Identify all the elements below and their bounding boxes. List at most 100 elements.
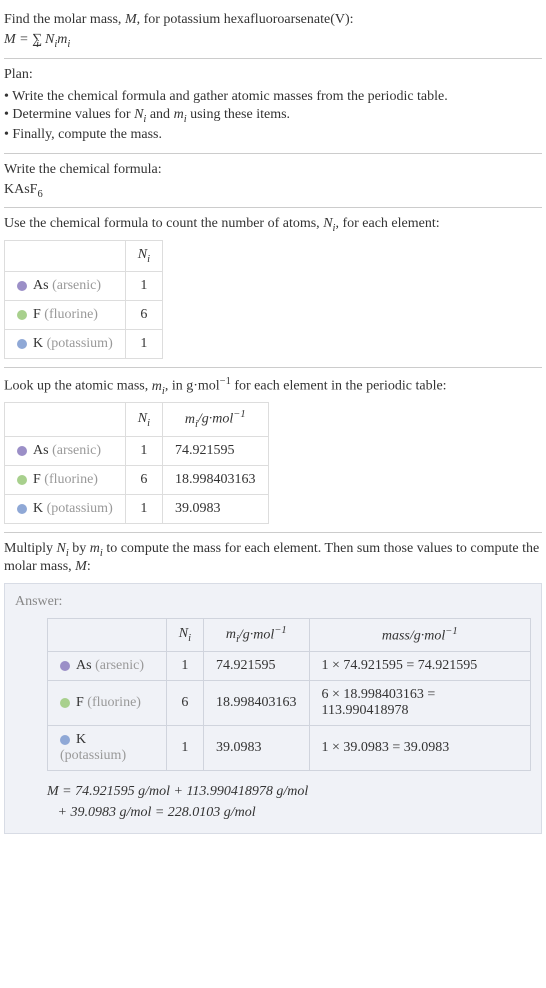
intro-section: Find the molar mass, M, for potassium he… bbox=[4, 4, 542, 59]
element-symbol: As bbox=[76, 658, 92, 673]
ni-value: 1 bbox=[166, 726, 203, 771]
element-fullname: (potassium) bbox=[47, 501, 113, 516]
formula-heading: Write the chemical formula: bbox=[4, 162, 542, 178]
table-header-row: Ni mi/g·mol−1 bbox=[5, 403, 269, 436]
mass-header: mass/g·mol−1 bbox=[309, 618, 530, 651]
chemical-formula: KAsF6 bbox=[4, 182, 542, 200]
mi-header: mi/g·mol−1 bbox=[204, 618, 310, 651]
element-dot-icon bbox=[17, 475, 27, 485]
element-symbol: F bbox=[33, 307, 41, 322]
multiply-heading: Multiply Ni by mi to compute the mass fo… bbox=[4, 541, 542, 575]
element-symbol: As bbox=[33, 443, 49, 458]
element-dot-icon bbox=[17, 504, 27, 514]
intro-post: , for potassium hexafluoroarsenate(V): bbox=[137, 12, 354, 27]
element-cell: F (fluorine) bbox=[48, 681, 167, 726]
element-symbol: K bbox=[76, 732, 86, 747]
ni-value: 1 bbox=[125, 329, 162, 358]
ni-value: 6 bbox=[125, 300, 162, 329]
mi-value: 18.998403163 bbox=[163, 465, 269, 494]
element-dot-icon bbox=[17, 281, 27, 291]
element-cell: As (arsenic) bbox=[5, 436, 126, 465]
element-symbol: As bbox=[33, 278, 49, 293]
ni-value: 1 bbox=[125, 271, 162, 300]
mass-value: 1 × 39.0983 = 39.0983 bbox=[309, 726, 530, 771]
element-fullname: (arsenic) bbox=[52, 443, 101, 458]
table-header-row: Ni bbox=[5, 241, 163, 272]
element-dot-icon bbox=[60, 735, 70, 745]
element-cell: As (arsenic) bbox=[5, 271, 126, 300]
ni-value: 6 bbox=[125, 465, 162, 494]
mass-heading: Look up the atomic mass, mi, in g·mol−1 … bbox=[4, 376, 542, 396]
table-row: As (arsenic) 1 74.921595 1 × 74.921595 =… bbox=[48, 652, 531, 681]
plan-heading: Plan: bbox=[4, 67, 542, 83]
element-dot-icon bbox=[17, 339, 27, 349]
table-header-row: Ni mi/g·mol−1 mass/g·mol−1 bbox=[48, 618, 531, 651]
answer-content: Ni mi/g·mol−1 mass/g·mol−1 As (arsenic) … bbox=[15, 618, 531, 823]
chemical-formula-section: Write the chemical formula: KAsF6 bbox=[4, 154, 542, 209]
intro-text: Find the molar mass, M, for potassium he… bbox=[4, 12, 542, 28]
mi-header: mi/g·mol−1 bbox=[163, 403, 269, 436]
empty-header bbox=[5, 241, 126, 272]
answer-table: Ni mi/g·mol−1 mass/g·mol−1 As (arsenic) … bbox=[47, 618, 531, 771]
element-dot-icon bbox=[60, 698, 70, 708]
element-symbol: K bbox=[33, 336, 43, 351]
mi-value: 18.998403163 bbox=[204, 681, 310, 726]
empty-header bbox=[5, 403, 126, 436]
mi-value: 74.921595 bbox=[163, 436, 269, 465]
element-cell: K (potassium) bbox=[48, 726, 167, 771]
element-fullname: (fluorine) bbox=[44, 307, 98, 322]
plan-item: • Determine values for Ni and mi using t… bbox=[4, 107, 542, 125]
answer-box: Answer: Ni mi/g·mol−1 mass/g·mol−1 As (a… bbox=[4, 583, 542, 834]
table-row: F (fluorine) 6 18.998403163 6 × 18.99840… bbox=[48, 681, 531, 726]
element-symbol: F bbox=[76, 695, 84, 710]
table-row: K (potassium) 1 bbox=[5, 329, 163, 358]
ni-header: Ni bbox=[125, 241, 162, 272]
element-cell: K (potassium) bbox=[5, 329, 126, 358]
answer-label: Answer: bbox=[15, 594, 531, 610]
ni-value: 6 bbox=[166, 681, 203, 726]
element-fullname: (arsenic) bbox=[52, 278, 101, 293]
final-equation: M = 74.921595 g/mol + 113.990418978 g/mo… bbox=[47, 781, 531, 823]
table-row: As (arsenic) 1 74.921595 bbox=[5, 436, 269, 465]
plan-item: • Finally, compute the mass. bbox=[4, 127, 542, 143]
element-cell: As (arsenic) bbox=[48, 652, 167, 681]
mass-value: 6 × 18.998403163 = 113.990418978 bbox=[309, 681, 530, 726]
intro-var: M bbox=[125, 12, 137, 27]
count-table: Ni As (arsenic) 1 F (fluorine) 6 K (pota… bbox=[4, 240, 163, 359]
count-heading: Use the chemical formula to count the nu… bbox=[4, 216, 542, 234]
intro-pre: Find the molar mass, bbox=[4, 12, 125, 27]
ni-header: Ni bbox=[125, 403, 162, 436]
element-fullname: (fluorine) bbox=[44, 472, 98, 487]
element-dot-icon bbox=[17, 310, 27, 320]
table-row: F (fluorine) 6 18.998403163 bbox=[5, 465, 269, 494]
element-cell: F (fluorine) bbox=[5, 300, 126, 329]
empty-header bbox=[48, 618, 167, 651]
mi-value: 39.0983 bbox=[163, 494, 269, 523]
mi-value: 74.921595 bbox=[204, 652, 310, 681]
table-row: K (potassium) 1 39.0983 1 × 39.0983 = 39… bbox=[48, 726, 531, 771]
compute-section: Multiply Ni by mi to compute the mass fo… bbox=[4, 533, 542, 834]
mi-value: 39.0983 bbox=[204, 726, 310, 771]
element-fullname: (fluorine) bbox=[87, 695, 141, 710]
table-row: As (arsenic) 1 bbox=[5, 271, 163, 300]
element-fullname: (potassium) bbox=[60, 748, 126, 763]
mass-table: Ni mi/g·mol−1 As (arsenic) 1 74.921595 F… bbox=[4, 402, 269, 523]
element-fullname: (potassium) bbox=[47, 336, 113, 351]
element-fullname: (arsenic) bbox=[95, 658, 144, 673]
element-dot-icon bbox=[17, 446, 27, 456]
element-cell: F (fluorine) bbox=[5, 465, 126, 494]
molar-mass-equation: M = ∑iNimi bbox=[4, 32, 542, 50]
atomic-mass-section: Look up the atomic mass, mi, in g·mol−1 … bbox=[4, 368, 542, 533]
ni-value: 1 bbox=[166, 652, 203, 681]
ni-value: 1 bbox=[125, 494, 162, 523]
ni-header: Ni bbox=[166, 618, 203, 651]
element-dot-icon bbox=[60, 661, 70, 671]
atom-count-section: Use the chemical formula to count the nu… bbox=[4, 208, 542, 368]
table-row: K (potassium) 1 39.0983 bbox=[5, 494, 269, 523]
mass-value: 1 × 74.921595 = 74.921595 bbox=[309, 652, 530, 681]
plan-section: Plan: • Write the chemical formula and g… bbox=[4, 59, 542, 154]
ni-value: 1 bbox=[125, 436, 162, 465]
element-symbol: K bbox=[33, 501, 43, 516]
element-cell: K (potassium) bbox=[5, 494, 126, 523]
plan-list: • Write the chemical formula and gather … bbox=[4, 89, 542, 143]
